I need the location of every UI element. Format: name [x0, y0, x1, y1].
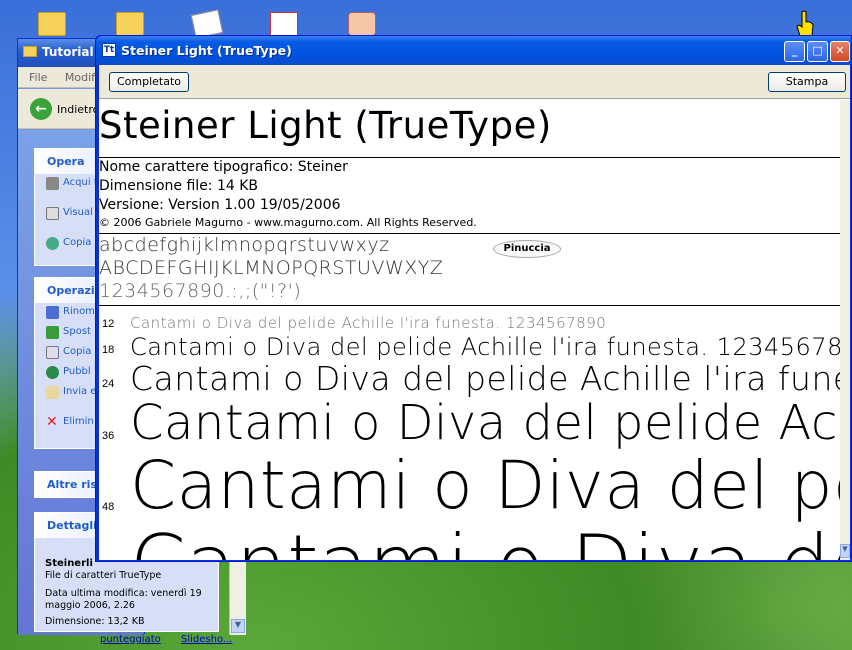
font-name-meta: Nome carattere tipografico: Steiner	[99, 159, 348, 175]
details-file-type: File di caratteri TrueType	[45, 570, 162, 581]
viewer-scrollbar[interactable]: ▼	[840, 100, 850, 560]
scroll-down-icon[interactable]: ▼	[231, 619, 245, 633]
font-title: Steiner Light (TrueType)	[99, 104, 552, 147]
email-icon	[46, 386, 59, 399]
desktop-folder-icon[interactable]	[38, 12, 66, 36]
font-preview: Steiner Light (TrueType) Nome carattere …	[99, 100, 840, 560]
back-arrow-icon[interactable]: ←	[30, 98, 52, 120]
file-link-punteggiato[interactable]: punteggiato	[100, 634, 161, 645]
desktop-firstaid-icon[interactable]	[270, 12, 298, 36]
details-size: Dimensione: 13,2 KB	[45, 616, 145, 627]
viewer-body: Completato Stampa Steiner Light (TrueTyp…	[99, 65, 850, 560]
sample-line: Cantami o Diva del pelide Achille l'ira …	[130, 333, 840, 361]
explorer-title: Tutorial	[42, 45, 94, 59]
desktop-app-icon[interactable]	[348, 12, 376, 36]
viewer-toolbar: Completato Stampa	[99, 65, 850, 99]
close-button[interactable]: ✕	[830, 41, 850, 62]
font-size-meta: Dimensione file: 14 KB	[99, 178, 259, 194]
menu-file[interactable]: File	[29, 71, 47, 84]
print-button[interactable]: Stampa	[768, 72, 846, 92]
sample-size-label: 24	[102, 378, 115, 390]
details-file-name: Steinerli	[45, 558, 93, 569]
font-viewer-window: Tt Steiner Light (TrueType) _ □ ✕ Comple…	[95, 35, 852, 562]
viewer-titlebar[interactable]: Tt Steiner Light (TrueType) _ □ ✕	[96, 36, 851, 65]
charset-uppercase: ABCDEFGHIJKLMNOPQRSTUVWXYZ	[99, 257, 444, 279]
viewer-title: Steiner Light (TrueType)	[121, 43, 292, 58]
copy-icon	[46, 346, 59, 359]
font-copyright: © 2006 Gabriele Magurno - www.magurno.co…	[99, 216, 477, 229]
sample-line: Cantami o Diva del pelide Achille	[130, 447, 840, 524]
sample-size-label: 12	[102, 318, 115, 330]
desktop-file-links: punteggiato Slidesho...	[0, 634, 852, 650]
sample-size-label: 18	[102, 344, 115, 356]
truetype-app-icon: Tt	[102, 43, 116, 57]
maximize-button[interactable]: □	[807, 41, 828, 62]
done-button[interactable]: Completato	[109, 72, 189, 92]
font-version-meta: Versione: Version 1.00 19/05/2006	[99, 197, 341, 213]
minimize-button[interactable]: _	[784, 41, 805, 62]
rename-icon	[46, 306, 59, 319]
sample-line: Cantami o Diva del pelide	[130, 518, 840, 560]
globe-icon	[46, 366, 59, 379]
move-icon	[46, 326, 59, 339]
camera-icon	[46, 177, 59, 190]
copy-disc-icon	[46, 237, 59, 250]
scroll-down-icon[interactable]: ▼	[840, 544, 850, 558]
sample-line: Cantami o Diva del pelide Achille l'ira …	[130, 314, 607, 332]
divider	[99, 305, 840, 306]
sample-line: Cantami o Diva del pelide Achille l'ira …	[130, 395, 840, 451]
charset-digits: 1234567890.:,;("!?')	[99, 280, 302, 302]
slideshow-icon	[46, 207, 59, 220]
sample-size-label: 48	[102, 501, 115, 513]
sample-line: Cantami o Diva del pelide Achille l'ira …	[130, 359, 840, 398]
charset-lowercase: abcdefghijklmnopqrstuvwxyz	[99, 234, 390, 256]
delete-x-icon: ✕	[46, 414, 58, 430]
file-link-slideshow[interactable]: Slidesho...	[181, 634, 232, 645]
desktop-folder-icon[interactable]	[116, 12, 144, 36]
folder-icon	[23, 46, 37, 57]
divider	[99, 157, 840, 158]
details-modified: Data ultima modifica: venerdì 19 maggio …	[45, 588, 202, 611]
watermark-stamp: Pinuccia	[493, 240, 561, 258]
back-button-label[interactable]: Indietro	[57, 103, 99, 116]
sample-size-label: 36	[102, 430, 115, 442]
